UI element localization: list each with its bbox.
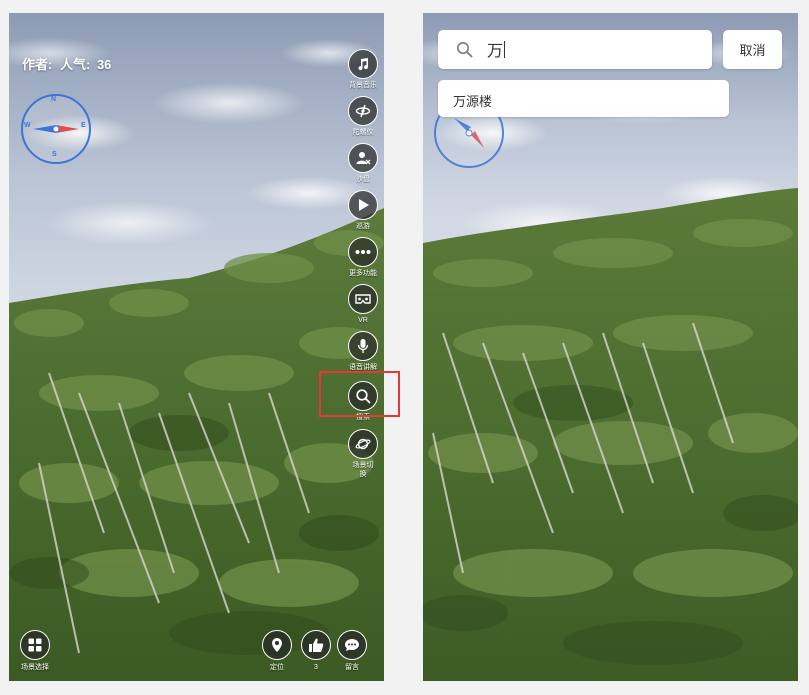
locate-label: 定位 <box>270 664 284 671</box>
tool-gyro-label: 陀螺仪 <box>352 129 374 136</box>
play-icon[interactable] <box>348 190 378 220</box>
gyroscope-icon[interactable] <box>348 96 378 126</box>
search-highlight-box <box>319 371 400 417</box>
popularity-value: 36 <box>96 57 112 72</box>
tool-tour[interactable]: 巡游 <box>343 190 383 231</box>
tool-music[interactable]: 背景音乐 <box>343 49 383 90</box>
scene-select-button[interactable]: 场景选择 <box>15 630 55 672</box>
tool-music-label: 背景音乐 <box>349 82 377 89</box>
tool-scene-switch[interactable]: 场景切换 <box>343 429 383 479</box>
tool-scene-switch-label: 场景切换 <box>352 462 374 478</box>
tool-tour-label: 巡游 <box>356 223 370 230</box>
comment-label: 留言 <box>345 664 359 671</box>
search-icon <box>456 41 473 58</box>
tool-more[interactable]: 更多功能 <box>343 237 383 278</box>
search-bar[interactable] <box>438 30 712 69</box>
like-count: 3 <box>314 664 318 671</box>
suggestion-item[interactable]: 万源楼 <box>453 91 492 110</box>
compass-e: E <box>81 122 86 129</box>
popularity-label: 人气: <box>59 57 91 72</box>
like-button[interactable]: 3 <box>296 630 336 672</box>
search-input[interactable] <box>487 40 687 58</box>
microphone-icon[interactable] <box>348 331 378 361</box>
compass-s: S <box>52 151 57 158</box>
more-dots-icon[interactable] <box>348 237 378 267</box>
cancel-button[interactable]: 取消 <box>723 30 782 69</box>
thumbs-up-icon[interactable] <box>301 630 331 660</box>
search-suggestions[interactable]: 万源楼 <box>438 80 729 117</box>
panorama-search-view[interactable]: 取消 万源楼 <box>423 13 798 681</box>
tool-voice[interactable]: 语音讲解 <box>343 331 383 372</box>
sandbox-user-icon[interactable] <box>348 143 378 173</box>
grid-icon[interactable] <box>20 630 50 660</box>
chat-bubble-icon[interactable] <box>337 630 367 660</box>
tool-sandbox[interactable]: 沙盘 <box>343 143 383 184</box>
tool-sandbox-label: 沙盘 <box>356 176 370 183</box>
comment-button[interactable]: 留言 <box>332 630 372 672</box>
text-caret <box>504 41 505 58</box>
scene-select-label: 场景选择 <box>21 664 49 671</box>
tool-vr[interactable]: VR <box>343 284 383 325</box>
locate-button[interactable]: 定位 <box>257 630 297 672</box>
tool-vr-label: VR <box>358 317 368 324</box>
planet-icon[interactable] <box>348 429 378 459</box>
tool-gyro[interactable]: 陀螺仪 <box>343 96 383 137</box>
music-note-icon[interactable] <box>348 49 378 79</box>
vr-goggles-icon[interactable] <box>348 284 378 314</box>
panorama-view[interactable]: 作者: 人气: 36 N E S W 背景音乐 陀螺仪 沙盘 巡游 更多功能 V… <box>9 13 384 681</box>
tool-more-label: 更多功能 <box>349 270 377 277</box>
location-pin-icon[interactable] <box>262 630 292 660</box>
author-label: 作者: <box>22 57 53 72</box>
compass[interactable]: N E S W <box>21 94 91 164</box>
compass-n: N <box>51 96 57 103</box>
author-info: 作者: 人气: 36 <box>22 54 111 73</box>
compass-w: W <box>24 122 31 129</box>
